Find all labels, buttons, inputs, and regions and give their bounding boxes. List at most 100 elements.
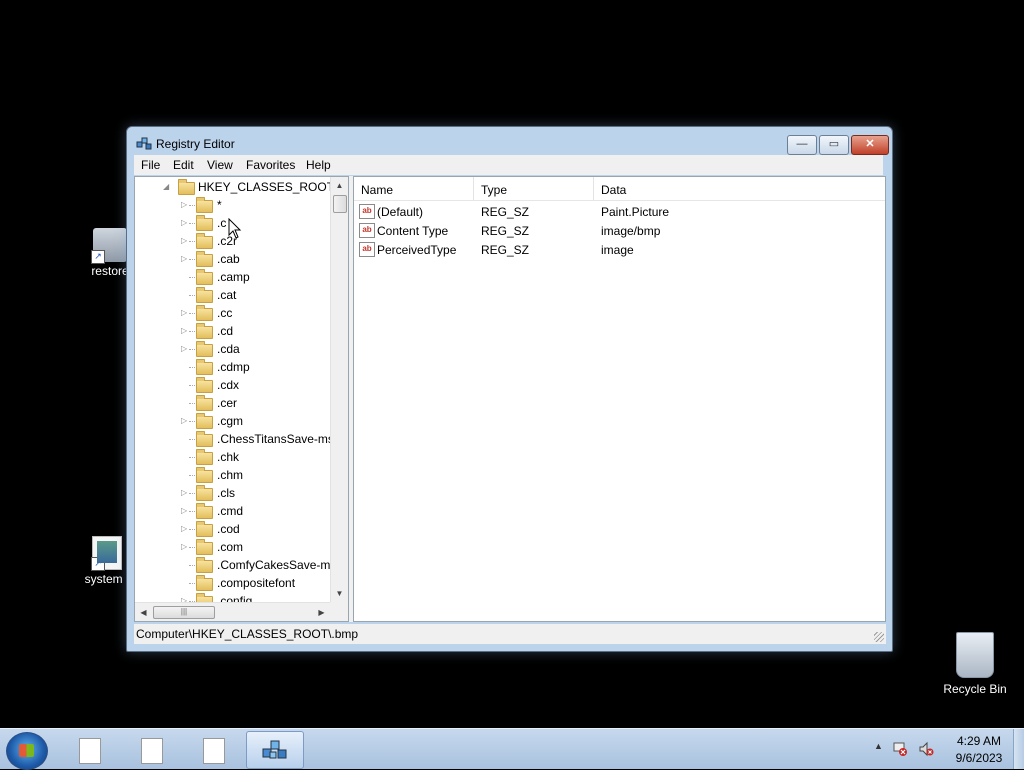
value-row[interactable]: ab (Default) REG_SZ Paint.Picture xyxy=(354,202,884,221)
value-name: (Default) xyxy=(377,205,424,219)
registry-editor-icon xyxy=(136,137,152,150)
key-tree[interactable]: ◢ HKEY_CLASSES_ROOT ▷ * ▷ .c ▷ .c2r ▷ .cab .camp… xyxy=(134,176,349,622)
menu-favorites[interactable]: Favorites xyxy=(246,158,295,172)
folder-icon xyxy=(196,359,213,375)
taskbar-item-document-2[interactable] xyxy=(122,731,178,767)
tree-item-label: .config xyxy=(217,594,253,602)
registry-editor-window: Registry Editor — ▭ ✕ File Edit View Fav… xyxy=(126,126,893,652)
tree-item[interactable]: .compositefont xyxy=(135,574,330,592)
taskbar-item-document-1[interactable] xyxy=(60,731,116,767)
scroll-thumb-horizontal[interactable]: ||| xyxy=(153,606,215,619)
desktop-icon-recycle-bin[interactable]: Recycle Bin xyxy=(940,632,1010,696)
tree-item[interactable]: .chm xyxy=(135,466,330,484)
folder-icon xyxy=(196,485,213,501)
title-bar[interactable]: Registry Editor — ▭ ✕ xyxy=(127,127,892,157)
tree-item[interactable]: .ComfyCakesSave-ms xyxy=(135,556,330,574)
menu-view[interactable]: View xyxy=(207,158,233,172)
expand-arrow-icon[interactable]: ▷ xyxy=(181,200,189,210)
tree-item-label: .cda xyxy=(217,342,240,356)
tree-item[interactable]: ▷ .cmd xyxy=(135,502,330,520)
tree-item[interactable]: .cer xyxy=(135,394,330,412)
scroll-up-icon[interactable]: ▲ xyxy=(331,177,348,194)
expand-arrow-icon[interactable]: ▷ xyxy=(181,524,189,534)
folder-icon xyxy=(196,233,213,249)
expand-arrow-icon[interactable]: ▷ xyxy=(181,488,189,498)
folder-icon xyxy=(196,305,213,321)
taskbar-item-document-3[interactable] xyxy=(184,731,240,767)
tree-item-label: .cls xyxy=(217,486,235,500)
document-icon xyxy=(141,738,163,764)
menu-help[interactable]: Help xyxy=(306,158,331,172)
expand-arrow-icon[interactable]: ▷ xyxy=(181,218,189,228)
expand-arrow-icon[interactable]: ▷ xyxy=(181,506,189,516)
close-button[interactable]: ✕ xyxy=(851,135,889,155)
tree-item[interactable]: ▷ .cod xyxy=(135,520,330,538)
clock-time[interactable]: 4:29 AM xyxy=(949,734,1009,748)
value-row[interactable]: ab Content Type REG_SZ image/bmp xyxy=(354,221,884,240)
menu-file[interactable]: File xyxy=(141,158,160,172)
folder-icon xyxy=(196,251,213,267)
tree-item[interactable]: ▷ .cab xyxy=(135,250,330,268)
scroll-down-icon[interactable]: ▼ xyxy=(331,585,348,602)
expand-arrow-icon[interactable]: ▷ xyxy=(181,254,189,264)
tree-item[interactable]: ▷ .cgm xyxy=(135,412,330,430)
shortcut-arrow-icon: ↗ xyxy=(91,250,105,264)
tree-connector xyxy=(189,583,195,584)
content-area: ◢ HKEY_CLASSES_ROOT ▷ * ▷ .c ▷ .c2r ▷ .cab .camp… xyxy=(134,176,886,622)
tree-item[interactable]: .chk xyxy=(135,448,330,466)
tree-item[interactable]: ▷ .cd xyxy=(135,322,330,340)
action-center-flag-icon[interactable] xyxy=(892,741,908,757)
tree-item[interactable]: ▷ .cc xyxy=(135,304,330,322)
tree-vertical-scrollbar[interactable]: ▲ ▼ xyxy=(330,177,348,602)
tree-item[interactable]: ▷ .cda xyxy=(135,340,330,358)
expand-arrow-icon[interactable]: ▷ xyxy=(181,236,189,246)
tree-item[interactable]: ▷ .com xyxy=(135,538,330,556)
folder-icon xyxy=(196,449,213,465)
start-button[interactable] xyxy=(6,732,48,770)
scroll-right-icon[interactable]: ▶ xyxy=(313,603,330,621)
clock-date[interactable]: 9/6/2023 xyxy=(949,751,1009,765)
tree-item[interactable]: .cat xyxy=(135,286,330,304)
resize-grip-icon[interactable] xyxy=(874,632,884,642)
tree-item[interactable]: .cdmp xyxy=(135,358,330,376)
tree-item[interactable]: ▷ * xyxy=(135,196,330,214)
tree-item[interactable]: .cdx xyxy=(135,376,330,394)
show-hidden-icons-icon[interactable]: ▲ xyxy=(874,741,883,751)
expand-arrow-icon[interactable]: ▷ xyxy=(181,344,189,354)
value-type: REG_SZ xyxy=(481,224,530,238)
folder-icon xyxy=(196,431,213,447)
tree-item[interactable]: .camp xyxy=(135,268,330,286)
maximize-button[interactable]: ▭ xyxy=(819,135,849,155)
minimize-button[interactable]: — xyxy=(787,135,817,155)
value-row[interactable]: ab PerceivedType REG_SZ image xyxy=(354,240,884,259)
column-header-data[interactable]: Data xyxy=(594,177,885,201)
tree-item[interactable]: ▷ .cls xyxy=(135,484,330,502)
column-header-type[interactable]: Type xyxy=(474,177,594,201)
window-title: Registry Editor xyxy=(156,137,235,151)
tree-connector xyxy=(189,421,195,422)
column-header-name[interactable]: Name xyxy=(354,177,474,201)
value-type: REG_SZ xyxy=(481,243,530,257)
expand-arrow-icon[interactable]: ▷ xyxy=(181,308,189,318)
tree-item[interactable]: .ChessTitansSave-ms xyxy=(135,430,330,448)
expand-arrow-icon[interactable]: ▷ xyxy=(181,542,189,552)
document-icon xyxy=(79,738,101,764)
expand-arrow-icon[interactable]: ▷ xyxy=(181,416,189,426)
value-type: REG_SZ xyxy=(481,205,530,219)
tree-horizontal-scrollbar[interactable]: ◀ ||| ▶ xyxy=(135,602,330,621)
taskbar-item-registry-editor[interactable] xyxy=(246,731,304,769)
tree-item[interactable]: ▷ .config xyxy=(135,592,330,602)
scroll-left-icon[interactable]: ◀ xyxy=(135,603,152,621)
values-pane[interactable]: Name Type Data ab (Default) REG_SZ Paint… xyxy=(353,176,886,622)
scroll-thumb[interactable] xyxy=(333,195,347,213)
tree-root-row[interactable]: ◢ HKEY_CLASSES_ROOT xyxy=(135,178,330,196)
menu-edit[interactable]: Edit xyxy=(173,158,194,172)
key-tree-list: ◢ HKEY_CLASSES_ROOT ▷ * ▷ .c ▷ .c2r ▷ .cab .camp… xyxy=(135,177,330,602)
tree-connector xyxy=(189,529,195,530)
show-desktop-button[interactable] xyxy=(1013,729,1024,769)
expand-arrow-icon[interactable]: ▷ xyxy=(181,326,189,336)
collapse-arrow-icon[interactable]: ◢ xyxy=(163,182,171,192)
tree-item-label: .cer xyxy=(217,396,238,410)
desktop-icon-label: Recycle Bin xyxy=(943,682,1007,696)
volume-muted-icon[interactable] xyxy=(918,741,934,757)
